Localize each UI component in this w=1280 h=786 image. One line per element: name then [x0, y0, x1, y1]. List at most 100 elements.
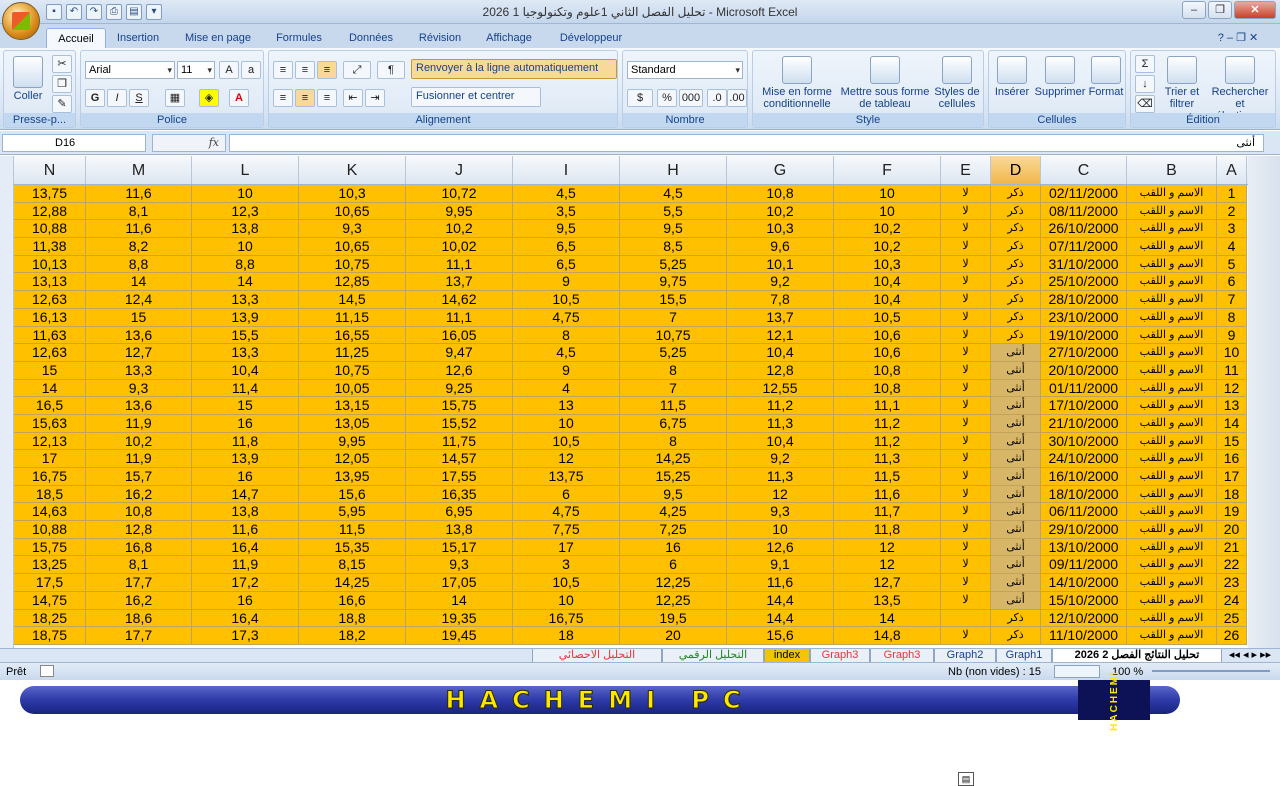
cell-k17[interactable]: 10,75: [299, 361, 406, 380]
cell-d21[interactable]: أنثى: [991, 432, 1041, 451]
cell-i9[interactable]: 9,5: [513, 220, 620, 239]
cell-f25[interactable]: 11,7: [834, 503, 941, 522]
cell-k9[interactable]: 9,3: [299, 220, 406, 239]
cell-j27[interactable]: 15,17: [406, 538, 513, 557]
cell-j20[interactable]: 15,52: [406, 414, 513, 433]
cell-j13[interactable]: 14,62: [406, 291, 513, 309]
column-header-d[interactable]: D: [991, 156, 1041, 184]
cell-h26[interactable]: 7,25: [620, 521, 727, 539]
cell-h15[interactable]: 10,75: [620, 326, 727, 345]
cell-e20[interactable]: لا: [941, 414, 991, 433]
cell-g23[interactable]: 11,3: [727, 468, 834, 486]
cell-m23[interactable]: 15,7: [86, 468, 192, 486]
cell-j29[interactable]: 17,05: [406, 574, 513, 592]
cell-a31[interactable]: 25: [1217, 609, 1247, 628]
cell-f12[interactable]: 10,4: [834, 273, 941, 292]
cell-n17[interactable]: 15: [14, 361, 86, 380]
thousands-button[interactable]: 000: [679, 89, 703, 107]
currency-icon[interactable]: $: [627, 89, 653, 107]
cell-c24[interactable]: 18/10/2000: [1041, 485, 1127, 504]
cell-e28[interactable]: لا: [941, 556, 991, 575]
cell-i20[interactable]: 10: [513, 414, 620, 433]
cell-l13[interactable]: 13,3: [192, 291, 299, 309]
rtl-direction-icon[interactable]: ¶: [377, 61, 405, 79]
font-color-icon[interactable]: A: [229, 89, 249, 107]
cell-n7[interactable]: 13,75: [14, 185, 86, 203]
cell-m30[interactable]: 16,2: [86, 591, 192, 610]
cell-m7[interactable]: 11,6: [86, 185, 192, 203]
macro-record-icon[interactable]: [40, 665, 54, 677]
cell-m17[interactable]: 13,3: [86, 361, 192, 380]
cell-a18[interactable]: 12: [1217, 379, 1247, 398]
cell-m19[interactable]: 13,6: [86, 397, 192, 415]
cell-l20[interactable]: 16: [192, 414, 299, 433]
cell-f14[interactable]: 10,5: [834, 308, 941, 327]
cell-e22[interactable]: لا: [941, 450, 991, 468]
cell-n11[interactable]: 10,13: [14, 255, 86, 274]
decrease-decimal-icon[interactable]: .00: [727, 89, 747, 107]
cell-k21[interactable]: 9,95: [299, 432, 406, 451]
cell-c27[interactable]: 13/10/2000: [1041, 538, 1127, 557]
cell-g11[interactable]: 10,1: [727, 255, 834, 274]
cell-e15[interactable]: لا: [941, 326, 991, 345]
cell-h13[interactable]: 15,5: [620, 291, 727, 309]
wrap-text-button[interactable]: Renvoyer à la ligne automatiquement: [411, 59, 617, 79]
cell-g21[interactable]: 10,4: [727, 432, 834, 451]
ribbon-help-icons[interactable]: ? – ❐ ✕: [1198, 28, 1278, 48]
copy-icon[interactable]: ❐: [52, 75, 72, 93]
cell-k20[interactable]: 13,05: [299, 414, 406, 433]
cell-a27[interactable]: 21: [1217, 538, 1247, 557]
column-header-k[interactable]: K: [299, 156, 406, 184]
cell-i25[interactable]: 4,75: [513, 503, 620, 522]
cell-h14[interactable]: 7: [620, 308, 727, 327]
cell-d22[interactable]: أنثى: [991, 450, 1041, 468]
cell-k15[interactable]: 16,55: [299, 326, 406, 345]
cell-h7[interactable]: 4,5: [620, 185, 727, 203]
cell-m21[interactable]: 10,2: [86, 432, 192, 451]
align-center-icon[interactable]: ≡: [295, 89, 315, 107]
align-top-icon[interactable]: ≡: [273, 61, 293, 79]
cell-a23[interactable]: 17: [1217, 468, 1247, 486]
cell-m11[interactable]: 8,8: [86, 255, 192, 274]
cell-b31[interactable]: الاسم و اللقب: [1127, 609, 1217, 628]
cell-b11[interactable]: الاسم و اللقب: [1127, 255, 1217, 274]
cell-l23[interactable]: 16: [192, 468, 299, 486]
cell-g17[interactable]: 12,8: [727, 361, 834, 380]
sheet-tab-4[interactable]: Graph3: [810, 649, 870, 663]
autosum-icon[interactable]: Σ: [1135, 55, 1155, 73]
worksheet-grid[interactable]: NMLKJIHGFEDCBA 713,7511,61010,310,724,54…: [0, 156, 1280, 786]
cell-a28[interactable]: 22: [1217, 556, 1247, 575]
cell-n20[interactable]: 15,63: [14, 414, 86, 433]
cell-g7[interactable]: 10,8: [727, 185, 834, 203]
cell-f18[interactable]: 10,8: [834, 379, 941, 398]
cell-f10[interactable]: 10,2: [834, 238, 941, 256]
cell-d15[interactable]: ذكر: [991, 326, 1041, 345]
sheet-tab-7[interactable]: التحليل الاحصائي: [532, 649, 662, 663]
tab-donnees[interactable]: Données: [340, 28, 402, 48]
cell-c30[interactable]: 15/10/2000: [1041, 591, 1127, 610]
cell-l27[interactable]: 16,4: [192, 538, 299, 557]
insert-cells-label[interactable]: Insérer: [995, 86, 1029, 98]
column-header-j[interactable]: J: [406, 156, 513, 184]
cell-g9[interactable]: 10,3: [727, 220, 834, 239]
cell-n30[interactable]: 14,75: [14, 591, 86, 610]
cell-f27[interactable]: 12: [834, 538, 941, 557]
column-header-a[interactable]: A: [1217, 156, 1247, 184]
cell-a16[interactable]: 10: [1217, 344, 1247, 362]
increase-decimal-icon[interactable]: .0: [707, 89, 727, 107]
cell-b19[interactable]: الاسم و اللقب: [1127, 397, 1217, 415]
formula-input[interactable]: أنثى: [229, 134, 1264, 152]
cell-f28[interactable]: 12: [834, 556, 941, 575]
cell-k24[interactable]: 15,6: [299, 485, 406, 504]
cell-e10[interactable]: لا: [941, 238, 991, 256]
cell-f30[interactable]: 13,5: [834, 591, 941, 610]
cell-g22[interactable]: 9,2: [727, 450, 834, 468]
cell-k22[interactable]: 12,05: [299, 450, 406, 468]
increase-indent-icon[interactable]: ⇥: [365, 89, 385, 107]
cell-h28[interactable]: 6: [620, 556, 727, 575]
cell-m12[interactable]: 14: [86, 273, 192, 292]
sort-filter-button[interactable]: Trier et filtrer: [1159, 55, 1205, 113]
cell-n27[interactable]: 15,75: [14, 538, 86, 557]
cell-i23[interactable]: 13,75: [513, 468, 620, 486]
cell-a24[interactable]: 18: [1217, 485, 1247, 504]
